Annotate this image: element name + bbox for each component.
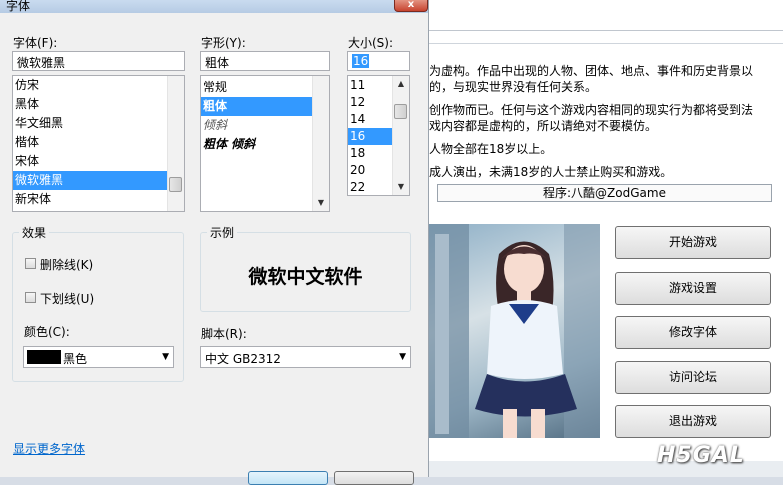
font-dialog: 字体 x 字体(F): 微软雅黑 仿宋 黑体 华文细黑 楷体 宋体 微软雅黑 新宋体 字形(… (0, 0, 429, 485)
size-label: 大小(S): (348, 36, 394, 50)
font-label: 字体(F): (13, 36, 58, 50)
character-illustration (429, 224, 600, 438)
size-list-item[interactable]: 11 (348, 77, 392, 94)
credit-box: 程序:八酷@ZodGame (437, 184, 772, 202)
size-list-item[interactable]: 16 (348, 128, 392, 145)
style-list-item[interactable]: 常规 (201, 78, 312, 97)
chevron-down-icon: ▼ (399, 352, 406, 362)
watermark-logo: H5GAL (657, 443, 745, 468)
style-input[interactable]: 粗体 (200, 51, 330, 71)
size-list[interactable]: 11 12 14 16 18 20 22 ▲ ▼ (347, 75, 410, 196)
size-list-item[interactable]: 22 (348, 179, 392, 195)
font-list-item[interactable]: 华文细黑 (13, 114, 167, 133)
font-list-item[interactable]: 楷体 (13, 133, 167, 152)
notice-line: 创作物而已。任何与这个游戏内容相同的现实行为都将受到法 (429, 103, 754, 117)
style-list[interactable]: 常规 粗体 倾斜 粗体 倾斜 ▼ (200, 75, 330, 212)
notice-line: 成人演出，未满18岁的人士禁止购买和游戏。 (429, 165, 673, 179)
font-list-item[interactable]: 黑体 (13, 95, 167, 114)
script-value: 中文 GB2312 (205, 352, 281, 366)
underline-checkbox[interactable] (25, 292, 36, 303)
strikeout-checkbox[interactable] (25, 258, 36, 269)
style-list-item[interactable]: 粗体 倾斜 (201, 135, 312, 154)
size-list-item[interactable]: 14 (348, 111, 392, 128)
color-label: 颜色(C): (24, 325, 70, 339)
game-settings-button[interactable]: 游戏设置 (615, 272, 771, 305)
character-artwork (429, 224, 600, 438)
dialog-title: 字体 (6, 0, 31, 13)
style-label: 字形(Y): (201, 36, 246, 50)
font-list-item[interactable]: 新宋体 (13, 190, 167, 209)
size-list-item[interactable]: 20 (348, 162, 392, 179)
color-swatch (27, 350, 61, 364)
size-input-value: 16 (352, 54, 370, 68)
font-list-scrollbar[interactable] (167, 76, 184, 211)
size-input[interactable]: 16 (347, 51, 410, 71)
style-list-item[interactable]: 粗体 (201, 97, 312, 116)
scrollbar-thumb[interactable] (394, 104, 407, 119)
scroll-down-icon[interactable]: ▼ (313, 195, 329, 211)
script-label: 脚本(R): (201, 327, 247, 341)
close-icon: x (407, 0, 415, 10)
scroll-up-icon[interactable]: ▲ (393, 76, 409, 92)
size-list-item[interactable]: 18 (348, 145, 392, 162)
color-value: 黑色 (63, 352, 88, 366)
font-name-input[interactable]: 微软雅黑 (12, 51, 185, 71)
show-more-fonts-link[interactable]: 显示更多字体 (13, 440, 85, 457)
scroll-down-icon[interactable]: ▼ (393, 179, 409, 195)
close-button[interactable]: x (394, 0, 428, 12)
scrollbar-thumb[interactable] (169, 177, 182, 192)
cancel-button[interactable] (334, 471, 414, 485)
underline-label: 下划线(U) (40, 292, 95, 306)
style-list-item[interactable]: 倾斜 (201, 116, 312, 135)
visit-forum-button[interactable]: 访问论坛 (615, 361, 771, 394)
start-game-button[interactable]: 开始游戏 (615, 226, 771, 259)
notice-line: 的，与现实世界没有任何关系。 (429, 80, 598, 94)
notice-line: 戏内容都是虚构的，所以请绝对不要模仿。 (429, 119, 658, 133)
chevron-down-icon: ▼ (162, 352, 169, 362)
color-select[interactable]: 黑色 ▼ (23, 346, 174, 368)
font-list-item[interactable]: 微软雅黑 (13, 171, 167, 190)
sample-text: 微软中文软件 (248, 266, 363, 288)
font-list-item[interactable]: 仿宋 (13, 76, 167, 95)
ok-button[interactable] (248, 471, 328, 485)
sample-title: 示例 (207, 224, 238, 241)
font-list-item[interactable]: 宋体 (13, 152, 167, 171)
strikeout-label: 删除线(K) (40, 258, 94, 272)
game-window: 为虚构。作品中出现的人物、团体、地点、事件和历史背景以 的，与现实世界没有任何关… (429, 0, 783, 477)
size-list-item[interactable]: 12 (348, 94, 392, 111)
script-select[interactable]: 中文 GB2312 ▼ (200, 346, 411, 368)
notice-line: 为虚构。作品中出现的人物、团体、地点、事件和历史背景以 (429, 64, 754, 78)
game-header (429, 0, 783, 31)
size-list-scrollbar[interactable]: ▲ ▼ (392, 76, 409, 195)
style-list-scrollbar[interactable]: ▼ (312, 76, 329, 211)
notice-line: 人物全部在18岁以上。 (429, 142, 553, 156)
effects-title: 效果 (19, 224, 50, 241)
dialog-titlebar: 字体 x (0, 0, 428, 13)
change-font-button[interactable]: 修改字体 (615, 316, 771, 349)
exit-game-button[interactable]: 退出游戏 (615, 405, 771, 438)
font-list[interactable]: 仿宋 黑体 华文细黑 楷体 宋体 微软雅黑 新宋体 (12, 75, 185, 212)
